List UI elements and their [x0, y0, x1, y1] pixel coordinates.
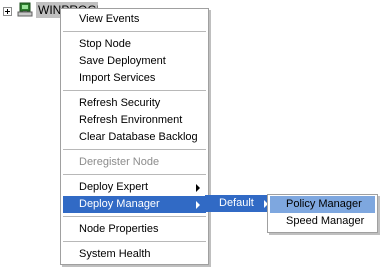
menu-separator — [63, 241, 206, 242]
menu-item-stop-node[interactable]: Stop Node — [63, 36, 206, 53]
submenu-arrow-icon — [196, 184, 200, 192]
tree-expand-icon[interactable] — [3, 7, 12, 16]
menu-separator — [63, 90, 206, 91]
screen: WINPROGROUPS View Events Stop Node Save … — [0, 0, 381, 270]
menu-item-label: Deploy Expert — [79, 181, 149, 193]
menu-item-view-events[interactable]: View Events — [63, 11, 206, 28]
menu-item-import-services[interactable]: Import Services — [63, 70, 206, 87]
menu-item-deploy-expert[interactable]: Deploy Expert — [63, 179, 206, 196]
menu-item-clear-database-backlog[interactable]: Clear Database Backlog — [63, 129, 206, 146]
menu-separator — [63, 149, 206, 150]
default-submenu: Policy Manager Speed Manager — [267, 194, 378, 233]
context-menu: View Events Stop Node Save Deployment Im… — [60, 8, 209, 265]
menu-item-refresh-security[interactable]: Refresh Security — [63, 95, 206, 112]
deploy-manager-submenu: Default — [205, 194, 271, 214]
submenu-item-policy-manager[interactable]: Policy Manager — [270, 196, 375, 213]
server-node-icon — [17, 2, 33, 17]
menu-separator — [63, 31, 206, 32]
menu-item-label: Default — [219, 197, 254, 209]
menu-item-save-deployment[interactable]: Save Deployment — [63, 53, 206, 70]
menu-item-label: Deploy Manager — [79, 198, 160, 210]
menu-separator — [63, 174, 206, 175]
submenu-item-speed-manager[interactable]: Speed Manager — [270, 213, 375, 230]
menu-separator — [63, 216, 206, 217]
menu-item-deregister-node: Deregister Node — [79, 156, 160, 168]
menu-item-deploy-manager[interactable]: Deploy Manager — [63, 196, 206, 213]
menu-item-refresh-environment[interactable]: Refresh Environment — [63, 112, 206, 129]
submenu-arrow-icon — [196, 201, 200, 209]
menu-item-node-properties[interactable]: Node Properties — [63, 221, 206, 238]
submenu-item-default[interactable]: Default — [205, 195, 271, 212]
menu-item-system-health[interactable]: System Health — [63, 246, 206, 263]
